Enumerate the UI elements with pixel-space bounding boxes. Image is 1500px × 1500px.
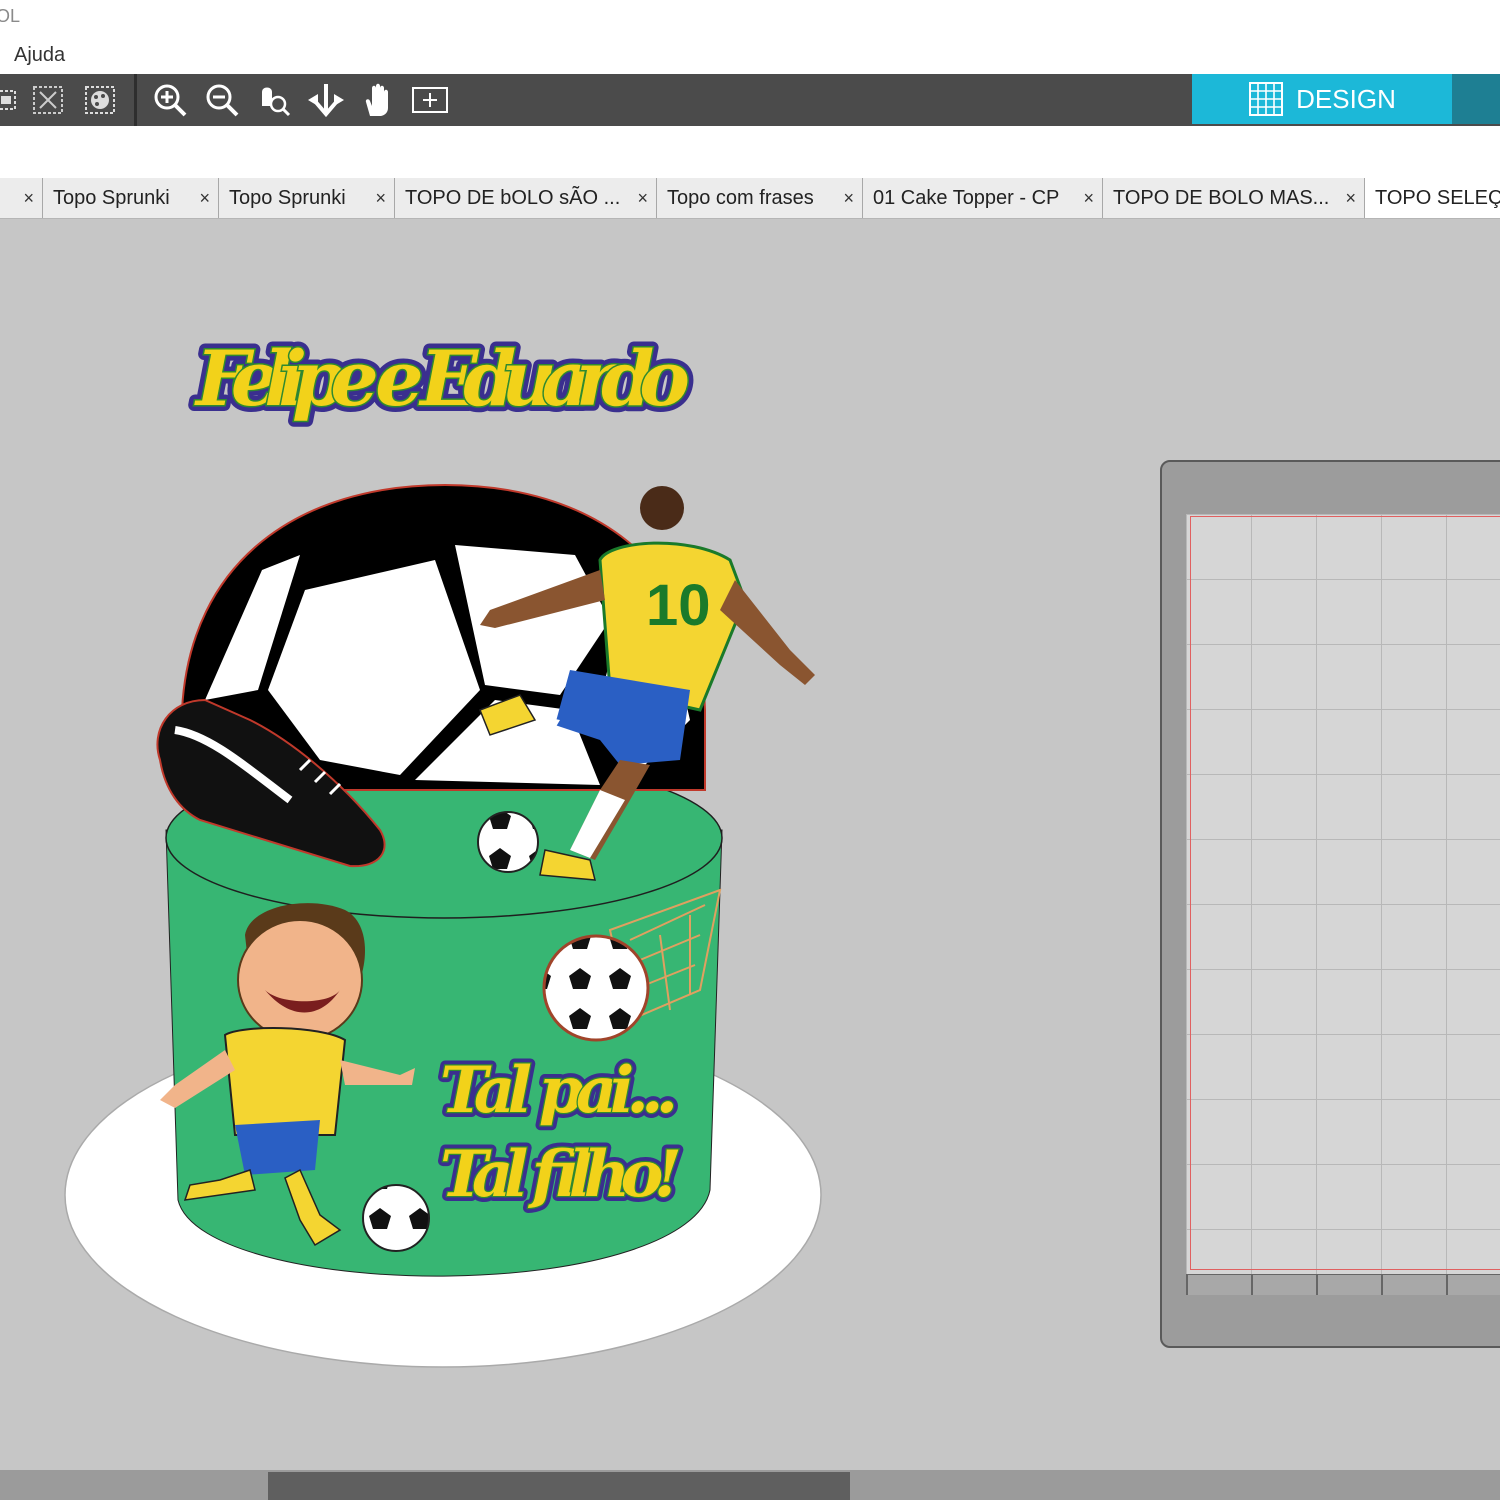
svg-text:Tal pai...: Tal pai... — [440, 1053, 678, 1128]
name-title-text: Felipe e Eduardo — [194, 334, 690, 423]
cake-topper-artwork[interactable]: 10 Felipe e Eduardo Felipe e Eduardo Tal… — [0, 0, 1500, 1500]
jersey-number: 10 — [646, 573, 711, 638]
scrollbar-thumb[interactable] — [268, 1472, 850, 1500]
name-title: Felipe e Eduardo Felipe e Eduardo — [188, 328, 696, 429]
small-ball-bottom — [362, 1184, 430, 1252]
small-ball-top — [477, 811, 539, 873]
svg-text:Tal filho!: Tal filho! — [440, 1137, 682, 1212]
